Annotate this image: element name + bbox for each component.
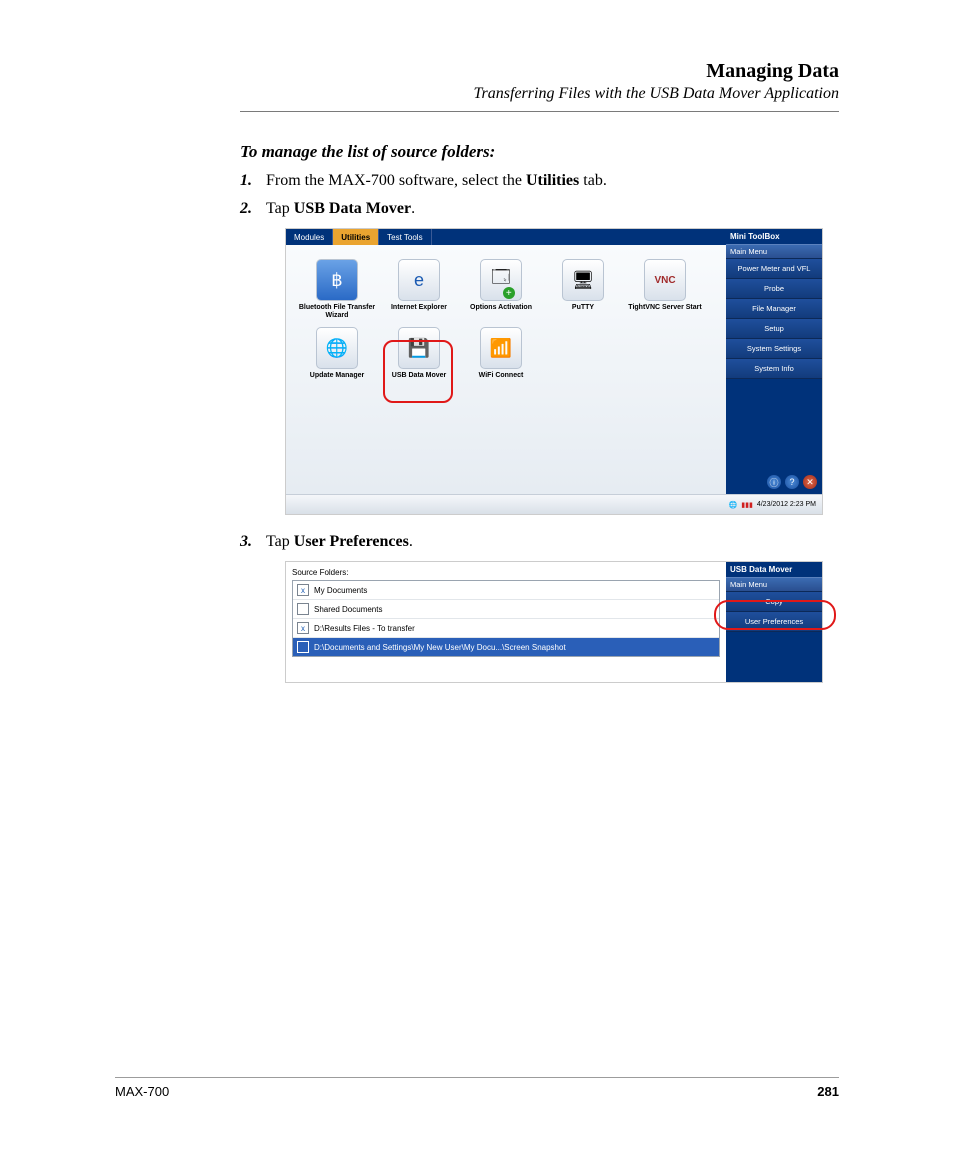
- side-menu-head: Main Menu: [726, 577, 822, 592]
- app-usb-data-mover[interactable]: 💾 USB Data Mover: [378, 327, 460, 380]
- list-item-label: My Documents: [314, 586, 367, 595]
- app-label: USB Data Mover: [378, 372, 460, 380]
- list-item-label: Shared Documents: [314, 605, 382, 614]
- list-item-label: D:\Documents and Settings\My New User\My…: [314, 643, 566, 652]
- app-label: Bluetooth File Transfer Wizard: [296, 304, 378, 319]
- step-1: 1. From the MAX-700 software, select the…: [240, 172, 839, 190]
- side-panel: USB Data Mover Main Menu Copy User Prefe…: [726, 562, 822, 682]
- app-putty[interactable]: 🖥 PuTTY: [542, 259, 624, 319]
- app-ie[interactable]: e Internet Explorer: [378, 259, 460, 319]
- list-item-selected[interactable]: D:\Documents and Settings\My New User\My…: [293, 638, 719, 656]
- step-text-pre: Tap: [266, 200, 294, 217]
- checkbox-icon[interactable]: [297, 603, 309, 615]
- side-item-user-preferences[interactable]: User Preferences: [726, 612, 822, 632]
- screenshot-user-preferences: Source Folders: x My Documents Shared Do…: [285, 561, 823, 683]
- tab-testtools[interactable]: Test Tools: [379, 229, 431, 245]
- close-icon[interactable]: ✕: [803, 475, 817, 489]
- page-header-subtitle: Transferring Files with the USB Data Mov…: [240, 85, 839, 103]
- app-bluetooth[interactable]: ฿ Bluetooth File Transfer Wizard: [296, 259, 378, 319]
- side-item-setup[interactable]: Setup: [726, 319, 822, 339]
- section-title: To manage the list of source folders:: [240, 142, 839, 162]
- step-text-pre: Tap: [266, 533, 294, 550]
- app-options[interactable]: 🗔+ Options Activation: [460, 259, 542, 319]
- globe-icon: 🌐: [316, 327, 358, 369]
- step-number: 1.: [240, 172, 266, 190]
- step-text-bold: Utilities: [526, 172, 579, 189]
- app-update[interactable]: 🌐 Update Manager: [296, 327, 378, 380]
- side-item-probe[interactable]: Probe: [726, 279, 822, 299]
- page-header-title: Managing Data: [240, 60, 839, 83]
- footer-page-number: 281: [817, 1084, 839, 1099]
- network-icon: 🌐: [729, 501, 738, 509]
- app-label: Update Manager: [296, 372, 378, 380]
- tab-utilities[interactable]: Utilities: [333, 229, 379, 245]
- list-item[interactable]: x D:\Results Files - To transfer: [293, 619, 719, 638]
- step-number: 3.: [240, 533, 266, 551]
- step-text-post: tab.: [579, 172, 607, 189]
- list-item[interactable]: Shared Documents: [293, 600, 719, 619]
- info-icon[interactable]: ⓘ: [767, 475, 781, 489]
- bluetooth-icon: ฿: [316, 259, 358, 301]
- side-item-copy[interactable]: Copy: [726, 592, 822, 612]
- screenshot-utilities: Modules Utilities Test Tools ฿ Bluetooth…: [285, 228, 823, 515]
- ie-icon: e: [398, 259, 440, 301]
- app-label: TightVNC Server Start: [624, 304, 706, 312]
- step-text-post: .: [411, 200, 415, 217]
- source-folders-list: x My Documents Shared Documents x D:\Res…: [292, 580, 720, 657]
- status-bar: 🌐 ▮▮▮ 4/23/2012 2:23 PM: [286, 494, 822, 514]
- putty-icon: 🖥: [562, 259, 604, 301]
- side-item-system-info[interactable]: System Info: [726, 359, 822, 379]
- app-wifi[interactable]: 📶 WiFi Connect: [460, 327, 542, 380]
- tab-bar: Modules Utilities Test Tools: [286, 229, 726, 245]
- app-label: Internet Explorer: [378, 304, 460, 312]
- status-time: 4/23/2012 2:23 PM: [757, 501, 816, 508]
- footer-model: MAX-700: [115, 1084, 169, 1099]
- footer-rule: [115, 1077, 839, 1078]
- side-panel: Mini ToolBox Main Menu Power Meter and V…: [726, 229, 822, 494]
- usb-icon: 💾: [398, 327, 440, 369]
- step-text-bold: USB Data Mover: [294, 200, 411, 217]
- step-2: 2. Tap USB Data Mover.: [240, 200, 839, 218]
- side-item-file-manager[interactable]: File Manager: [726, 299, 822, 319]
- signal-icon: ▮▮▮: [741, 501, 753, 509]
- step-text-pre: From the MAX-700 software, select the: [266, 172, 526, 189]
- step-3: 3. Tap User Preferences.: [240, 533, 839, 551]
- vnc-icon: VNC: [644, 259, 686, 301]
- app-tightvnc[interactable]: VNC TightVNC Server Start: [624, 259, 706, 319]
- help-icon[interactable]: ?: [785, 475, 799, 489]
- options-icon: 🗔+: [480, 259, 522, 301]
- wifi-icon: 📶: [480, 327, 522, 369]
- page-footer: MAX-700 281: [115, 1069, 839, 1099]
- app-label: WiFi Connect: [460, 372, 542, 380]
- checkbox-icon[interactable]: x: [297, 622, 309, 634]
- step-text-post: .: [409, 533, 413, 550]
- step-text-bold: User Preferences: [294, 533, 409, 550]
- side-item-power-meter[interactable]: Power Meter and VFL: [726, 259, 822, 279]
- side-title: USB Data Mover: [726, 562, 822, 577]
- source-folders-label: Source Folders:: [292, 568, 720, 577]
- step-number: 2.: [240, 200, 266, 218]
- checkbox-icon[interactable]: x: [297, 584, 309, 596]
- side-menu-head: Main Menu: [726, 244, 822, 259]
- app-label: Options Activation: [460, 304, 542, 312]
- list-item[interactable]: x My Documents: [293, 581, 719, 600]
- tab-modules[interactable]: Modules: [286, 229, 333, 245]
- side-item-system-settings[interactable]: System Settings: [726, 339, 822, 359]
- checkbox-icon[interactable]: [297, 641, 309, 653]
- side-title: Mini ToolBox: [726, 229, 822, 244]
- app-label: PuTTY: [542, 304, 624, 312]
- list-item-label: D:\Results Files - To transfer: [314, 624, 415, 633]
- header-rule: [240, 111, 839, 112]
